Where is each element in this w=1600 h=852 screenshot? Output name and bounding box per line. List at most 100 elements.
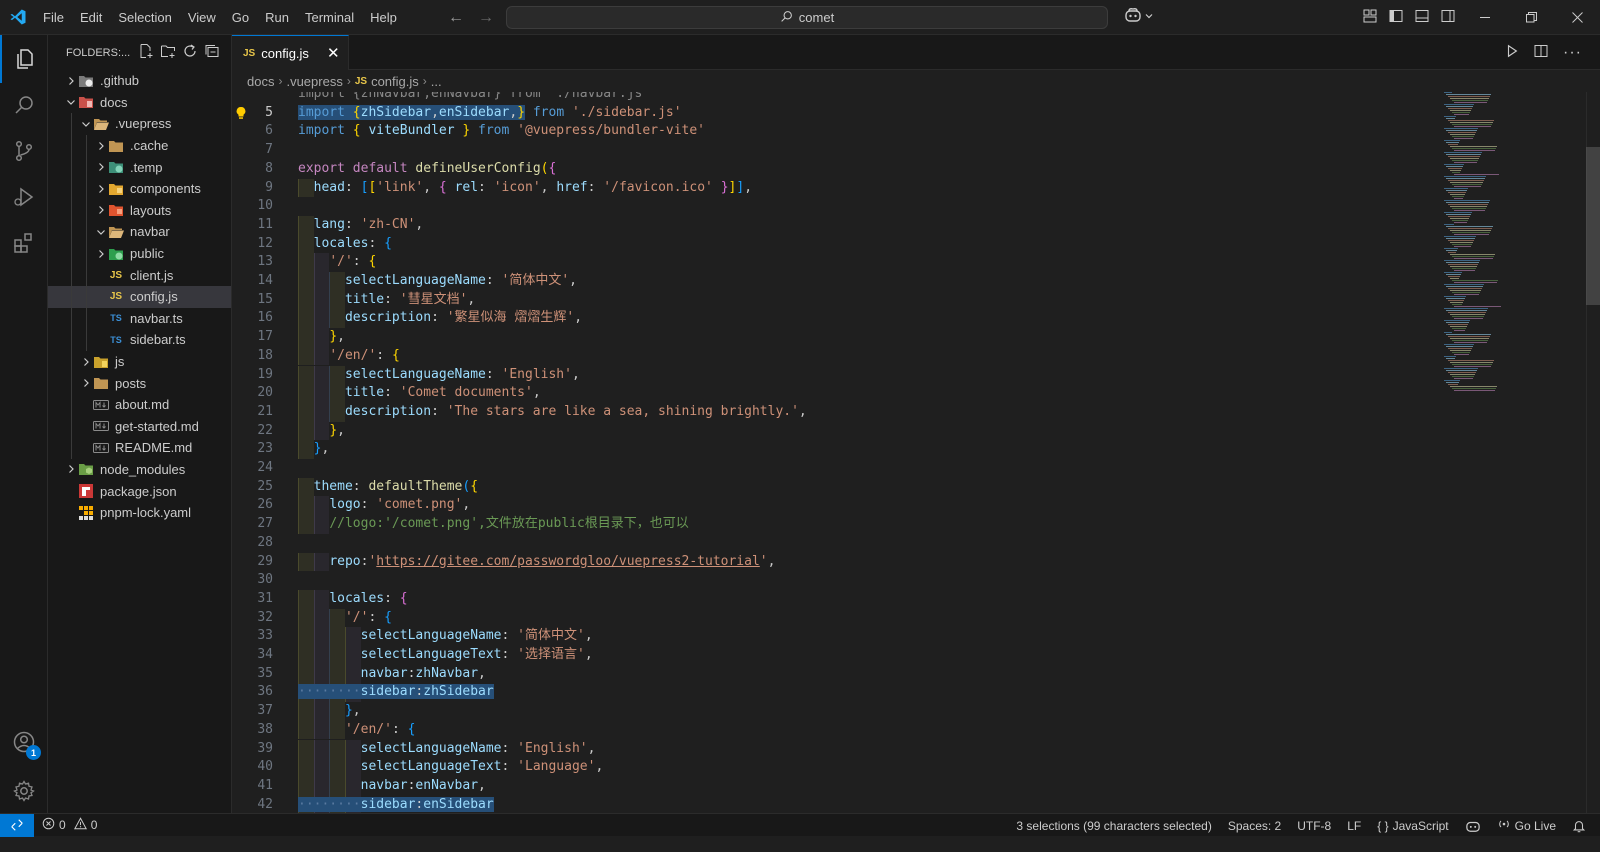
more-actions-icon[interactable]: ··· (1563, 44, 1582, 62)
indent-guide (71, 199, 72, 222)
chevron-right-icon (94, 202, 108, 218)
selection-status[interactable]: 3 selections (99 characters selected) (1008, 819, 1219, 833)
tree-item-about-md[interactable]: about.md (48, 393, 231, 416)
editor-scrollbar[interactable] (1586, 92, 1600, 831)
tree-item-public[interactable]: public (48, 242, 231, 265)
minimap-line (1444, 176, 1486, 177)
manage-gear-icon[interactable] (0, 767, 48, 815)
toggle-panel-icon[interactable] (1414, 8, 1430, 27)
notifications-bell-icon[interactable] (1564, 819, 1600, 833)
tree-item-get-started-md[interactable]: get-started.md (48, 415, 231, 438)
indent-guide (86, 307, 87, 330)
tab-config-js[interactable]: JS config.js ✕ (232, 35, 349, 70)
breadcrumb-item[interactable]: .vuepress (286, 74, 342, 89)
tree-item-client-js[interactable]: JS client.js (48, 264, 231, 286)
tree-item-layouts[interactable]: layouts (48, 199, 231, 222)
tree-item-config-js[interactable]: JS config.js (48, 285, 231, 308)
run-debug-icon[interactable] (0, 173, 48, 221)
code-token: selectLanguageText (360, 647, 502, 662)
restore-icon[interactable] (1508, 0, 1554, 35)
go-live-button[interactable]: Go Live (1489, 817, 1564, 834)
breadcrumb-item[interactable]: docs (247, 74, 274, 89)
code-token: 'Language' (517, 759, 596, 775)
encoding-status[interactable]: UTF-8 (1289, 819, 1339, 833)
code-token: : (485, 273, 502, 288)
accounts-badge: 1 (26, 745, 41, 760)
tree-item-sidebar-ts[interactable]: TS sidebar.ts (48, 329, 231, 351)
code-editor[interactable]: import {zhNavbar,enNavbar} from './navba… (232, 92, 1432, 831)
search-icon[interactable] (0, 81, 48, 129)
minimap-line (1444, 284, 1484, 285)
menu-item-file[interactable]: File (35, 0, 72, 35)
menu-item-run[interactable]: Run (257, 0, 297, 35)
tree-item-readme-md[interactable]: README.md (48, 437, 231, 459)
tree-item-label: layouts (130, 202, 172, 218)
minimap-line (1452, 328, 1466, 329)
refresh-icon[interactable] (182, 43, 198, 62)
forward-arrow-icon[interactable]: → (478, 9, 494, 27)
split-editor-icon[interactable] (1533, 43, 1549, 62)
menu-item-go[interactable]: Go (224, 0, 257, 35)
menu-item-help[interactable]: Help (362, 0, 405, 35)
tree-item-posts[interactable]: posts (48, 372, 231, 394)
breadcrumb-item[interactable]: ... (431, 74, 442, 89)
menu-item-selection[interactable]: Selection (110, 0, 179, 35)
close-window-icon[interactable] (1554, 0, 1600, 35)
line-number: 27 (257, 516, 273, 532)
close-icon[interactable]: ✕ (327, 44, 340, 62)
minimap[interactable] (1440, 92, 1550, 831)
eol-status[interactable]: LF (1339, 819, 1369, 833)
tree-item-navbar[interactable]: navbar (48, 221, 231, 243)
extensions-icon[interactable] (0, 219, 48, 267)
code-line: 36 ········sidebar:zhSidebar (232, 683, 1432, 703)
run-file-icon[interactable] (1505, 44, 1519, 61)
code-line: 16 description: '繁星似海 熠熠生辉', (232, 309, 1432, 329)
accounts-icon[interactable]: 1 (0, 718, 48, 766)
minimap-line (1448, 336, 1490, 337)
problems-indicator[interactable]: 0 0 (34, 817, 97, 833)
toggle-primary-sidebar-icon[interactable] (1388, 8, 1404, 27)
tree-item-temp[interactable]: .temp (48, 156, 231, 178)
line-number: 19 (257, 366, 273, 382)
collapse-all-icon[interactable] (204, 43, 220, 62)
navigation-arrows: ← → (448, 0, 494, 35)
new-file-icon[interactable] (138, 43, 154, 62)
remote-indicator-icon[interactable] (0, 813, 34, 837)
command-center-search[interactable]: comet (506, 6, 1108, 29)
new-folder-icon[interactable] (160, 43, 176, 62)
scrollbar-thumb[interactable] (1586, 147, 1600, 305)
tree-item-navbar-ts[interactable]: TS navbar.ts (48, 307, 231, 330)
language-mode-status[interactable]: { } JavaScript (1369, 819, 1456, 833)
breadcrumb-item[interactable]: config.js (371, 74, 419, 89)
folder-js-icon (93, 354, 109, 370)
tree-item-docs[interactable]: docs (48, 92, 231, 114)
tree-item-node-modules[interactable]: node_modules (48, 459, 231, 481)
tree-item-github[interactable]: .github (48, 70, 231, 92)
tree-item-vuepress[interactable]: .vuepress (48, 113, 231, 135)
code-token: from (478, 123, 510, 139)
copilot-menu[interactable] (1124, 7, 1154, 26)
tree-item-js[interactable]: js (48, 350, 231, 373)
copilot-status-icon[interactable] (1457, 819, 1489, 833)
indentation-status[interactable]: Spaces: 2 (1220, 819, 1289, 833)
tree-item-components[interactable]: components (48, 177, 231, 200)
indent-guide (71, 350, 72, 373)
customize-layout-icon[interactable] (1362, 8, 1378, 27)
tree-item-pnpm-lock-yaml[interactable]: pnpm-lock.yaml (48, 502, 231, 524)
explorer-icon[interactable] (0, 35, 48, 83)
menu-item-view[interactable]: View (180, 0, 224, 35)
source-control-icon[interactable] (0, 127, 48, 175)
menu-item-terminal[interactable]: Terminal (297, 0, 362, 35)
error-icon (42, 817, 55, 833)
tree-item-cache[interactable]: .cache (48, 134, 231, 157)
tree-item-package-json[interactable]: package.json (48, 480, 231, 502)
minimap-line (1450, 134, 1475, 135)
menu-item-edit[interactable]: Edit (72, 0, 110, 35)
back-arrow-icon[interactable]: ← (448, 9, 464, 27)
toggle-secondary-sidebar-icon[interactable] (1440, 8, 1456, 27)
minimize-icon[interactable] (1462, 0, 1508, 35)
